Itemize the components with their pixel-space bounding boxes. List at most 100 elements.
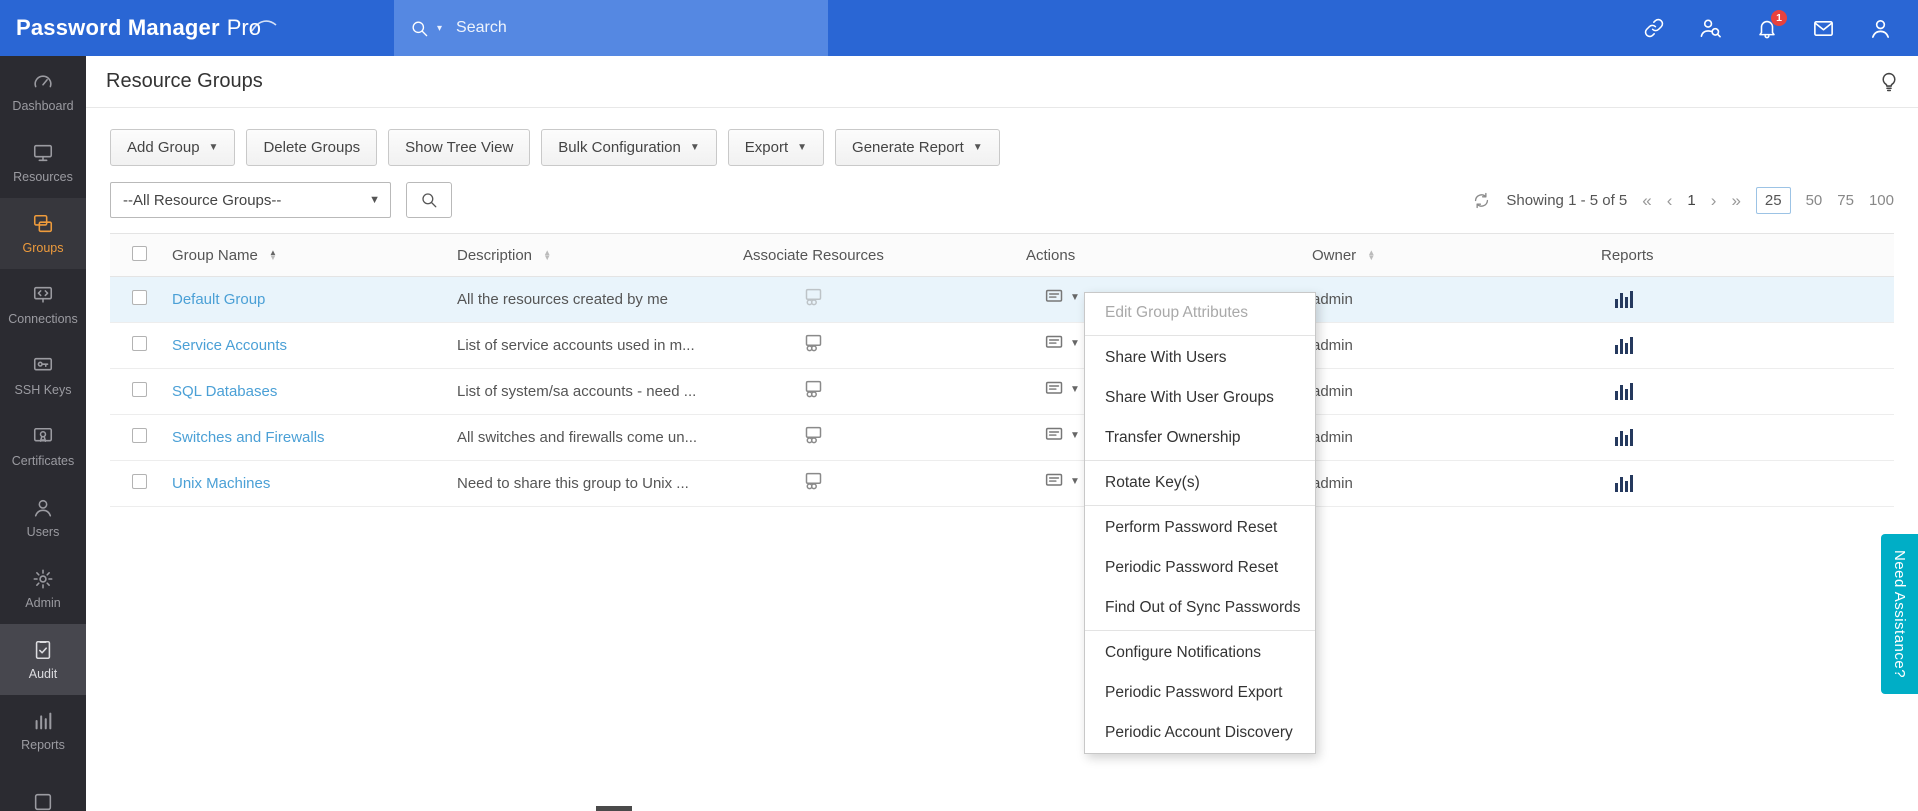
resource-groups-filter-select[interactable]: --All Resource Groups-- ▼: [110, 182, 391, 218]
menu-item-find-out-of-sync-passwords[interactable]: Find Out of Sync Passwords: [1085, 588, 1315, 628]
last-page-icon[interactable]: »: [1731, 192, 1740, 209]
column-owner[interactable]: Owner ▲ ▼: [1312, 247, 1601, 264]
associate-resources-icon[interactable]: [803, 333, 824, 354]
page-size-50[interactable]: 50: [1806, 192, 1823, 209]
menu-item-transfer-ownership[interactable]: Transfer Ownership: [1085, 418, 1315, 458]
page-size-100[interactable]: 100: [1869, 192, 1894, 209]
sidebar-item-admin[interactable]: Admin: [0, 553, 86, 624]
current-page-number[interactable]: 1: [1687, 192, 1695, 209]
group-description: All the resources created by me: [457, 291, 668, 308]
top-header: Password Manager Pro ▾ Search 1: [0, 0, 1918, 56]
global-search[interactable]: ▾: [394, 0, 828, 56]
row-actions-menu-button[interactable]: ▼: [1044, 425, 1080, 446]
add-group-button[interactable]: Add Group ▼: [110, 129, 236, 166]
generate-report-button[interactable]: Generate Report ▼: [835, 129, 1000, 166]
associate-resources-icon[interactable]: [803, 425, 824, 446]
sort-icons[interactable]: ▲ ▼: [269, 248, 277, 261]
row-actions-menu-button[interactable]: ▼: [1044, 333, 1080, 354]
menu-item-periodic-account-discovery[interactable]: Periodic Account Discovery: [1085, 713, 1315, 753]
connections-icon: [33, 286, 53, 303]
menu-divider: [1085, 335, 1315, 336]
user-audit-icon[interactable]: [1699, 17, 1722, 40]
page-size-25[interactable]: 25: [1755, 186, 1791, 214]
horizontal-scrollbar-thumb[interactable]: [596, 806, 632, 811]
pagination-bar: Showing 1 - 5 of 5 « ‹ 1 › » 25 50 75 10…: [1472, 186, 1894, 214]
need-assistance-tab[interactable]: Need Assistance?: [1881, 534, 1918, 694]
menu-item-rotate-keys[interactable]: Rotate Key(s): [1085, 463, 1315, 503]
group-report-chart-icon[interactable]: [1615, 288, 1633, 308]
row-actions-menu-button[interactable]: ▼: [1044, 379, 1080, 400]
prev-page-icon[interactable]: ‹: [1667, 192, 1673, 209]
next-page-icon[interactable]: ›: [1711, 192, 1717, 209]
row-checkbox[interactable]: [132, 290, 147, 305]
row-checkbox[interactable]: [132, 382, 147, 397]
menu-item-perform-password-reset[interactable]: Perform Password Reset: [1085, 508, 1315, 548]
page-size-75[interactable]: 75: [1837, 192, 1854, 209]
group-name-link[interactable]: SQL Databases: [172, 383, 277, 400]
search-scope-caret-icon[interactable]: ▾: [437, 23, 442, 34]
table-row: Service Accounts List of service account…: [110, 323, 1894, 369]
sidebar-item-connections[interactable]: Connections: [0, 269, 86, 340]
sidebar-nav: Dashboard Resources Groups Connections S…: [0, 56, 86, 811]
tips-bulb-icon[interactable]: [1878, 71, 1900, 93]
column-group-name[interactable]: Group Name ▲ ▼: [172, 247, 457, 264]
group-report-chart-icon[interactable]: [1615, 380, 1633, 400]
group-owner: admin: [1312, 383, 1353, 400]
group-name-link[interactable]: Default Group: [172, 291, 265, 308]
chevron-down-icon: ▼: [369, 194, 380, 206]
refresh-icon[interactable]: [1472, 191, 1491, 210]
profile-icon[interactable]: [1869, 17, 1892, 40]
users-icon: [34, 499, 52, 517]
group-description: All switches and firewalls come un...: [457, 429, 698, 446]
sidebar-item-audit[interactable]: Audit: [0, 624, 86, 695]
menu-item-periodic-password-reset[interactable]: Periodic Password Reset: [1085, 548, 1315, 588]
mail-icon[interactable]: [1812, 17, 1835, 40]
sidebar-item-partial[interactable]: [0, 766, 86, 811]
link-icon[interactable]: [1643, 17, 1665, 39]
sidebar-label: Resources: [13, 169, 73, 184]
group-report-chart-icon[interactable]: [1615, 426, 1633, 446]
sidebar-item-groups[interactable]: Groups: [0, 198, 86, 269]
row-checkbox[interactable]: [132, 428, 147, 443]
sidebar-item-dashboard[interactable]: Dashboard: [0, 56, 86, 127]
delete-groups-button[interactable]: Delete Groups: [246, 129, 378, 166]
menu-item-periodic-password-export[interactable]: Periodic Password Export: [1085, 673, 1315, 713]
show-tree-view-button[interactable]: Show Tree View: [388, 129, 531, 166]
filter-search-button[interactable]: [406, 182, 452, 218]
group-name-link[interactable]: Switches and Firewalls: [172, 429, 325, 446]
associate-resources-icon[interactable]: [803, 379, 824, 400]
menu-item-share-with-users[interactable]: Share With Users: [1085, 338, 1315, 378]
sidebar-item-resources[interactable]: Resources: [0, 127, 86, 198]
row-actions-menu-button[interactable]: ▼: [1044, 471, 1080, 492]
associate-resources-icon[interactable]: [803, 287, 824, 308]
sidebar-item-certificates[interactable]: Certificates: [0, 411, 86, 482]
column-label: Reports: [1601, 246, 1654, 264]
bulk-configuration-button[interactable]: Bulk Configuration ▼: [541, 129, 717, 166]
column-label: Owner: [1312, 246, 1357, 264]
group-report-chart-icon[interactable]: [1615, 472, 1633, 492]
first-page-icon[interactable]: «: [1642, 192, 1651, 209]
search-input[interactable]: [456, 19, 777, 37]
sidebar-item-users[interactable]: Users: [0, 482, 86, 553]
associate-resources-icon[interactable]: [803, 471, 824, 492]
select-all-checkbox[interactable]: [132, 245, 147, 261]
group-report-chart-icon[interactable]: [1615, 334, 1633, 354]
column-description[interactable]: Description ▲ ▼: [457, 247, 743, 264]
chevron-down-icon: ▼: [208, 142, 219, 153]
row-checkbox[interactable]: [132, 336, 147, 351]
notifications-bell-icon[interactable]: 1: [1756, 10, 1787, 39]
sidebar-item-ssh-keys[interactable]: SSH Keys: [0, 340, 86, 411]
sort-icons[interactable]: ▲ ▼: [543, 248, 551, 261]
menu-item-share-with-user-groups[interactable]: Share With User Groups: [1085, 378, 1315, 418]
group-name-link[interactable]: Service Accounts: [172, 337, 287, 354]
export-button[interactable]: Export ▼: [727, 129, 825, 166]
row-actions-menu-button[interactable]: ▼: [1044, 287, 1080, 308]
sort-icons[interactable]: ▲ ▼: [1367, 248, 1375, 261]
group-name-link[interactable]: Unix Machines: [172, 475, 270, 492]
menu-item-configure-notifications[interactable]: Configure Notifications: [1085, 633, 1315, 673]
app-logo[interactable]: Password Manager Pro: [0, 15, 277, 41]
row-checkbox[interactable]: [132, 474, 147, 489]
menu-item-edit-group-attributes[interactable]: Edit Group Attributes: [1085, 293, 1315, 333]
sidebar-item-reports[interactable]: Reports: [0, 695, 86, 766]
generate-report-label: Generate Report: [852, 139, 964, 156]
